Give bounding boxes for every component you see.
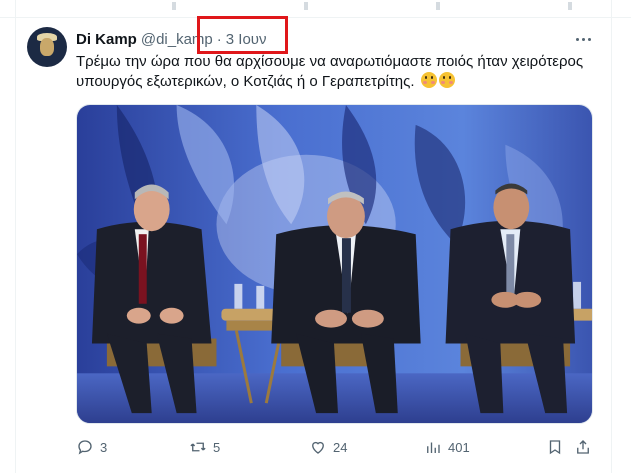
like-count: 24 xyxy=(333,439,348,455)
bookmark-icon xyxy=(549,440,561,455)
reply-button[interactable]: 3 xyxy=(76,436,107,458)
more-options-icon[interactable] xyxy=(573,30,593,48)
share-button[interactable] xyxy=(574,436,592,458)
tweet-photo[interactable] xyxy=(76,104,593,424)
flushed-face-emoji-icon xyxy=(420,72,437,88)
views-count: 401 xyxy=(448,439,470,455)
share-icon xyxy=(577,440,589,454)
retweet-button[interactable]: 5 xyxy=(189,436,220,458)
tweet-text-body: Τρέμω την ώρα που θα αρχίσουμε να αναρωτ… xyxy=(76,53,584,90)
like-button[interactable]: 24 xyxy=(309,436,347,458)
views-chart-icon xyxy=(427,442,440,453)
retweet-icon xyxy=(190,442,206,452)
display-name[interactable]: Di Kamp xyxy=(76,31,137,48)
tweet-text: Τρέμω την ώρα που θα αρχίσουμε να αναρωτ… xyxy=(76,52,606,92)
photo-three-men-seated xyxy=(77,105,592,423)
bookmark-button[interactable] xyxy=(546,436,564,458)
annotation-highlight-box xyxy=(197,16,288,54)
previous-tweet-edge xyxy=(0,0,631,18)
reply-icon xyxy=(78,440,92,455)
timeline-border-right xyxy=(611,0,612,473)
tweet-action-bar: 3 5 24 401 xyxy=(76,436,593,458)
flushed-face-emoji-icon xyxy=(438,72,455,88)
retweet-count: 5 xyxy=(213,439,221,455)
timeline-border-left xyxy=(15,0,16,473)
avatar[interactable] xyxy=(27,27,67,67)
views-button[interactable]: 401 xyxy=(424,436,470,458)
reply-count: 3 xyxy=(100,439,108,455)
heart-icon xyxy=(312,441,324,454)
